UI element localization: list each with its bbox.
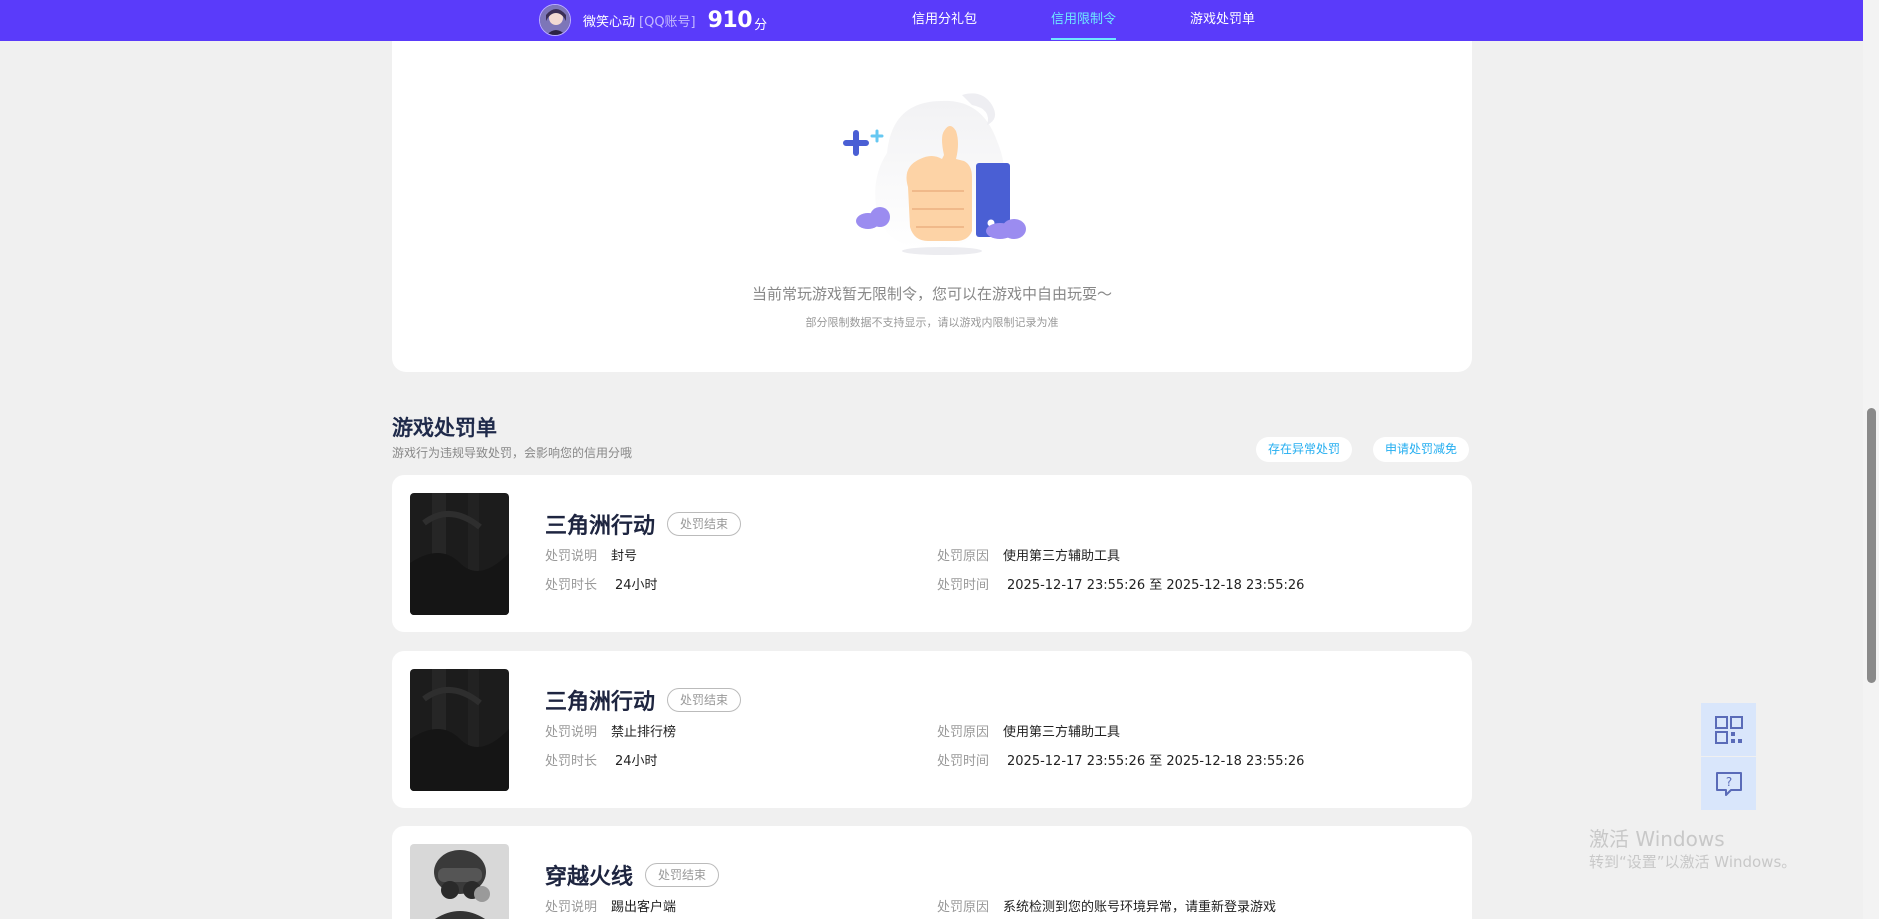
status-badge: 处罚结束 <box>667 512 742 536</box>
status-badge: 处罚结束 <box>645 863 720 887</box>
penalty-card: 穿越火线 处罚结束 处罚说明 踢出客户端 处罚原因 系统检测到您的账号环境异常，请重… <box>392 826 1472 919</box>
penalty-desc-label: 处罚说明 <box>545 725 598 740</box>
nav-tab-restriction[interactable]: 信用限制令 <box>1051 0 1117 41</box>
penalty-time-row: 处罚时间 2025-12-17 23:55:26 至 2025-12-18 23:… <box>937 574 1304 593</box>
restriction-panel: 当前常玩游戏暂无限制令，您可以在游戏中自由玩耍～ 部分限制数据不支持显示，请以游… <box>392 41 1472 372</box>
penalty-desc-row: 处罚说明 封号 <box>545 545 637 564</box>
game-name-row: 三角洲行动 处罚结束 <box>545 508 742 540</box>
penalty-time-value: 2025-12-17 23:55:26 至 2025-12-18 23:55:2… <box>1007 578 1305 593</box>
penalty-reason-label: 处罚原因 <box>937 900 990 915</box>
penalty-duration-label: 处罚时长 <box>545 578 598 593</box>
thumbs-up-illustration <box>832 81 1032 265</box>
windows-watermark-title: 激活 Windows <box>1589 827 1725 851</box>
svg-text:?: ? <box>1725 775 1731 789</box>
qr-code-icon <box>1714 715 1743 744</box>
penalty-desc-value: 踢出客户端 <box>611 900 677 915</box>
penalty-reason-label: 处罚原因 <box>937 549 990 564</box>
penalty-desc-label: 处罚说明 <box>545 549 598 564</box>
credit-score: 910 <box>707 7 753 33</box>
penalty-duration-row: 处罚时长 24小时 <box>545 574 658 593</box>
penalty-reason-value: 使用第三方辅助工具 <box>1003 549 1121 564</box>
penalty-desc-row: 处罚说明 踢出客户端 <box>545 896 676 915</box>
empty-note: 部分限制数据不支持显示，请以游戏内限制记录为准 <box>805 316 1059 329</box>
penalty-duration-value: 24小时 <box>615 578 658 593</box>
penalty-time-value: 2025-12-17 23:55:26 至 2025-12-18 23:55:2… <box>1007 754 1305 769</box>
penalty-desc-label: 处罚说明 <box>545 900 598 915</box>
game-name-row: 穿越火线 处罚结束 <box>545 859 720 891</box>
penalty-duration-value: 24小时 <box>615 754 658 769</box>
section-title: 游戏处罚单 <box>392 416 497 440</box>
account-type: [QQ账号] <box>639 14 696 30</box>
penalty-time-label: 处罚时间 <box>937 578 990 593</box>
game-thumbnail <box>410 844 509 919</box>
nav-tab-penalty[interactable]: 游戏处罚单 <box>1190 0 1255 41</box>
qr-code-button[interactable] <box>1701 703 1756 756</box>
penalty-desc-row: 处罚说明 禁止排行榜 <box>545 721 676 740</box>
game-name-row: 三角洲行动 处罚结束 <box>545 684 742 716</box>
penalty-reason-row: 处罚原因 使用第三方辅助工具 <box>937 721 1120 740</box>
penalty-desc-value: 封号 <box>611 549 638 564</box>
penalty-reason-row: 处罚原因 使用第三方辅助工具 <box>937 545 1120 564</box>
penalty-reason-value: 系统检测到您的账号环境异常，请重新登录游戏 <box>1003 900 1277 915</box>
user-nickname: 微笑心动 <box>583 14 636 30</box>
penalty-time-label: 处罚时间 <box>937 754 990 769</box>
help-chat-icon: ? <box>1715 771 1742 796</box>
credit-score-unit: 分 <box>754 17 768 33</box>
top-nav-bar: 微笑心动 [QQ账号] 910 分 信用分礼包 信用限制令 游戏处罚单 <box>0 0 1863 41</box>
game-thumbnail <box>410 669 509 791</box>
game-name: 三角洲行动 <box>545 514 656 539</box>
game-thumbnail <box>410 493 509 615</box>
apply-reduction-button[interactable]: 申请处罚减免 <box>1373 437 1470 462</box>
user-info: 微笑心动 [QQ账号] 910 分 <box>539 3 767 37</box>
help-button[interactable]: ? <box>1701 757 1756 810</box>
scrollbar-thumb[interactable] <box>1867 408 1876 683</box>
empty-message: 当前常玩游戏暂无限制令，您可以在游戏中自由玩耍～ <box>751 285 1112 303</box>
section-description: 游戏行为违规导致处罚，会影响您的信用分哦 <box>392 446 633 460</box>
penalty-reason-row: 处罚原因 系统检测到您的账号环境异常，请重新登录游戏 <box>937 896 1276 915</box>
penalty-time-row: 处罚时间 2025-12-17 23:55:26 至 2025-12-18 23:… <box>937 750 1304 769</box>
penalty-desc-value: 禁止排行榜 <box>611 725 677 740</box>
game-name: 三角洲行动 <box>545 690 656 715</box>
penalty-duration-label: 处罚时长 <box>545 754 598 769</box>
windows-watermark-subtitle: 转到“设置”以激活 Windows。 <box>1589 853 1797 871</box>
penalty-reason-value: 使用第三方辅助工具 <box>1003 725 1121 740</box>
penalty-duration-row: 处罚时长 24小时 <box>545 750 658 769</box>
abnormal-penalty-button[interactable]: 存在异常处罚 <box>1256 437 1353 462</box>
penalty-card: 三角洲行动 处罚结束 处罚说明 封号 处罚时长 24小时 处罚原因 使用第三方辅助工具… <box>392 475 1472 632</box>
penalty-reason-label: 处罚原因 <box>937 725 990 740</box>
penalty-card: 三角洲行动 处罚结束 处罚说明 禁止排行榜 处罚时长 24小时 处罚原因 使用第三方辅… <box>392 651 1472 808</box>
game-name: 穿越火线 <box>545 865 634 890</box>
status-badge: 处罚结束 <box>667 688 742 712</box>
avatar[interactable] <box>539 4 571 36</box>
nav-tab-gift[interactable]: 信用分礼包 <box>912 0 977 41</box>
